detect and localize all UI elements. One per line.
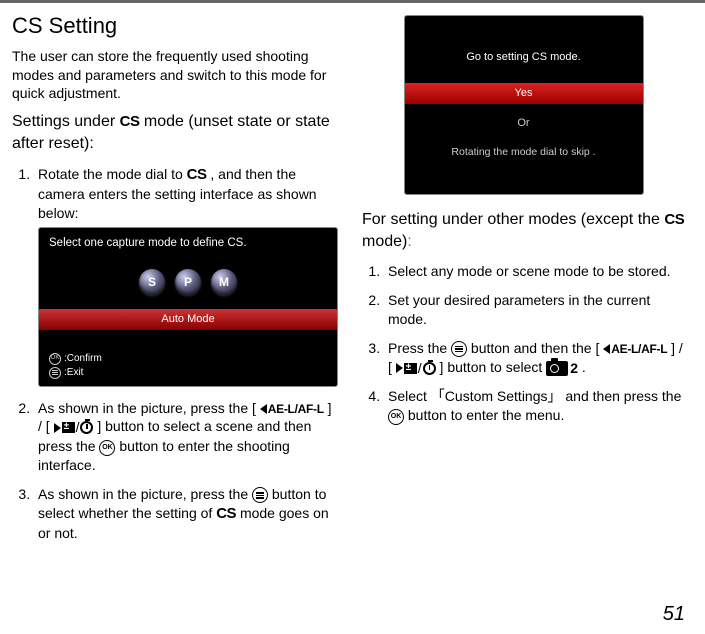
left-column: CS Setting The user can store the freque…	[12, 11, 338, 553]
text: Press the	[388, 340, 451, 356]
ev-icon	[62, 422, 75, 433]
right-ev-timer-button-icon: /	[396, 359, 436, 378]
r-step-2: Set your desired parameters in the curre…	[384, 291, 685, 329]
left-ae-af-button-icon: AE-L/AF-L	[603, 341, 667, 357]
text: As shown in the picture, press the	[38, 486, 252, 502]
step-1: Rotate the mode dial to CS , and then th…	[34, 165, 338, 387]
mode-m: M	[211, 269, 237, 295]
text: Rotate the mode dial to	[38, 166, 187, 182]
text: .	[578, 359, 586, 375]
subhead-left: Settings under CS mode (unset state or s…	[12, 111, 338, 154]
menu-mini-icon	[49, 367, 61, 379]
cs-mode-icon: CS	[216, 505, 236, 522]
mode-s: S	[139, 269, 165, 295]
steps-left: Rotate the mode dial to CS , and then th…	[12, 165, 338, 543]
left-ae-af-button-icon: AE-L/AF-L	[260, 401, 324, 417]
triangle-left-icon	[603, 344, 610, 354]
shot1-hints: OK:Confirm :Exit	[49, 352, 102, 380]
step-2: As shown in the picture, press the [ AE-…	[34, 399, 338, 475]
colon: :	[407, 233, 411, 250]
text: mode)	[362, 233, 407, 250]
screenshot-go-to-cs: Go to setting CS mode. Yes Or Rotating t…	[404, 15, 644, 195]
text: Select 「Custom Settings」 and then press …	[388, 388, 681, 404]
camera-number: 2	[570, 360, 578, 376]
text: :Exit	[64, 366, 83, 380]
shot2-yes-bar: Yes	[405, 83, 643, 104]
cs-mode-icon: CS	[187, 166, 207, 183]
right-column: Go to setting CS mode. Yes Or Rotating t…	[362, 11, 685, 553]
r-step-3: Press the button and then the [ AE-L/AF-…	[384, 339, 685, 378]
step-3: As shown in the picture, press the butto…	[34, 485, 338, 543]
steps-right: Select any mode or scene mode to be stor…	[362, 262, 685, 425]
triangle-left-icon	[260, 404, 267, 414]
text: ] button to select	[436, 359, 547, 375]
selected-mode-bar: Auto Mode	[39, 309, 337, 330]
self-timer-icon	[80, 421, 93, 434]
r-step-1: Select any mode or scene mode to be stor…	[384, 262, 685, 281]
text: Settings under	[12, 113, 120, 130]
triangle-right-icon	[396, 363, 403, 373]
text: For setting under other modes (except th…	[362, 211, 664, 228]
page-title: CS Setting	[12, 11, 338, 41]
ae-af-label: AE-L/AF-L	[268, 401, 324, 417]
cs-mode-icon: CS	[120, 113, 140, 130]
ok-mini-icon: OK	[49, 353, 61, 365]
self-timer-icon	[423, 362, 436, 375]
right-ev-timer-button-icon: /	[54, 418, 94, 437]
text: button and then the [	[467, 340, 603, 356]
triangle-right-icon	[54, 423, 61, 433]
shot2-or: Or	[415, 116, 633, 131]
cs-mode-icon: CS	[664, 211, 684, 228]
ok-button-icon: OK	[388, 409, 404, 425]
shot2-rotate: Rotating the mode dial to skip .	[415, 145, 633, 159]
text: As shown in the picture, press the [	[38, 400, 260, 416]
text: :Confirm	[64, 352, 102, 366]
shot1-title: Select one capture mode to define CS.	[49, 236, 327, 252]
ok-button-icon: OK	[99, 440, 115, 456]
camera-icon	[546, 361, 568, 376]
menu-button-icon	[451, 341, 467, 357]
ev-icon	[404, 363, 417, 374]
text: button to enter the menu.	[404, 407, 564, 423]
ae-af-label: AE-L/AF-L	[611, 341, 667, 357]
menu-button-icon	[252, 487, 268, 503]
intro-text: The user can store the frequently used s…	[12, 47, 338, 104]
screenshot-define-cs: Select one capture mode to define CS. S …	[38, 227, 338, 387]
subhead-right: For setting under other modes (except th…	[362, 209, 685, 252]
mode-p: P	[175, 269, 201, 295]
page-number: 51	[663, 603, 685, 626]
r-step-4: Select 「Custom Settings」 and then press …	[384, 387, 685, 425]
shot2-line1: Go to setting CS mode.	[415, 50, 633, 65]
mode-row: S P M	[49, 269, 327, 295]
